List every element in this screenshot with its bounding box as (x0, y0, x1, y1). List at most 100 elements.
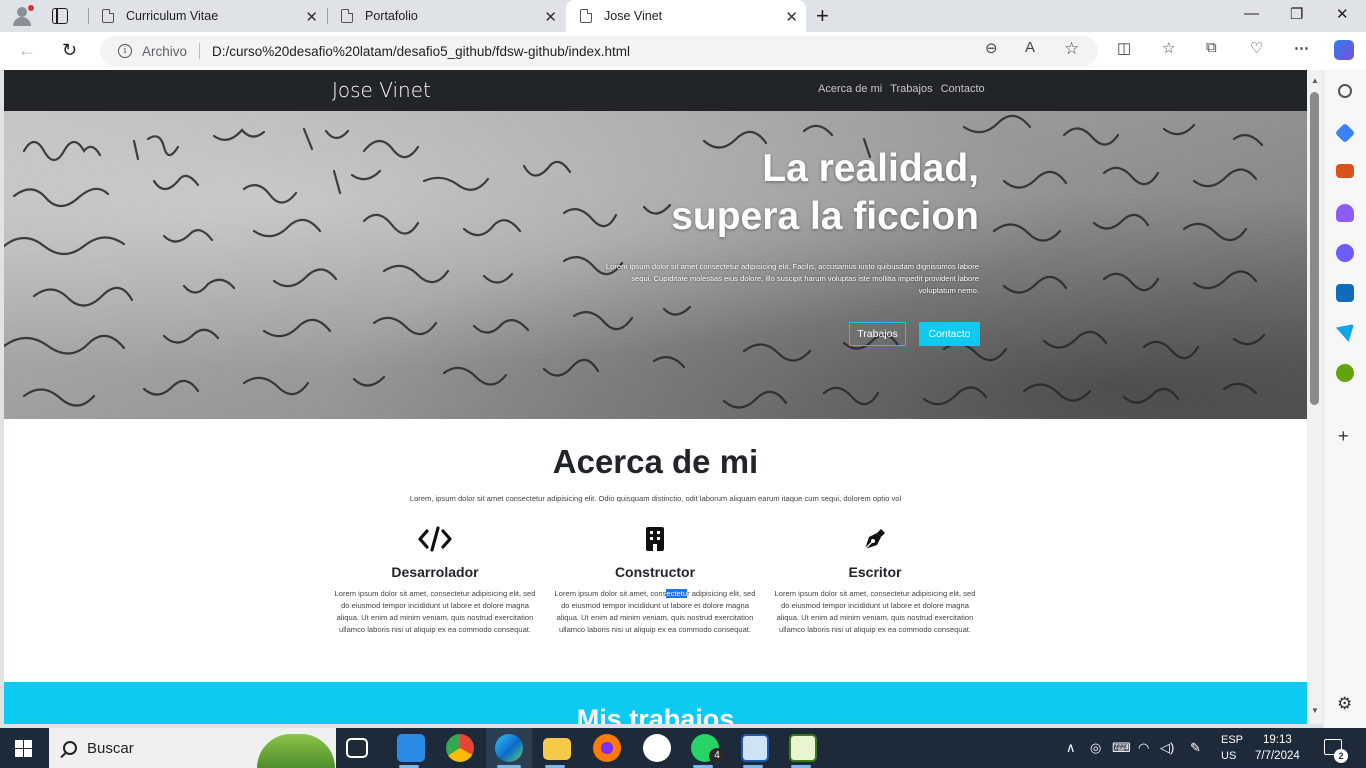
edge-icon[interactable] (495, 734, 523, 762)
sidebar-settings-icon[interactable]: ⚙ (1337, 694, 1352, 714)
feature-text: Lorem ipsum dolor sit amet, consectetur … (554, 589, 756, 634)
favorites-icon[interactable]: ☆ (1162, 39, 1175, 57)
close-tab-icon[interactable]: ✕ (305, 8, 318, 26)
contacto-button[interactable]: Contacto (919, 322, 980, 346)
task-view-icon[interactable] (346, 738, 368, 758)
about-intro: Lorem, ipsum dolor sit amet consectetur … (409, 494, 902, 503)
new-tab-icon[interactable]: + (816, 3, 829, 29)
taskbar-search[interactable]: Buscar (49, 728, 336, 768)
protocol-label: Archivo (142, 43, 188, 59)
feature-escritor: Escritor Lorem ipsum dolor sit amet, con… (770, 524, 980, 636)
taskbar-search-label: Buscar (87, 739, 134, 757)
language-indicator[interactable]: ESP US (1221, 732, 1243, 764)
feature-constructor: Constructor Lorem ipsum dolor sit amet, … (550, 524, 760, 636)
page-viewport: Jose Vinet Acerca de mi Trabajos Contact… (4, 70, 1307, 724)
volume-icon[interactable]: ◁) (1160, 740, 1174, 756)
hero-lead-text: Lorem ipsum dolor sit amet consectetur a… (605, 262, 979, 295)
works-title: Mis trabajos (576, 704, 735, 724)
copilot-icon[interactable] (1334, 40, 1354, 60)
favorite-star-icon[interactable]: ☆ (1064, 39, 1079, 59)
about-section: Acerca de mi Lorem, ipsum dolor sit amet… (4, 419, 1307, 682)
back-icon[interactable]: ← (18, 40, 36, 61)
site-brand[interactable]: Jose Vinet (332, 78, 431, 102)
browser-essentials-icon[interactable]: ♡ (1250, 39, 1263, 57)
nav-link-acerca[interactable]: Acerca de mi (818, 83, 882, 95)
read-aloud-icon[interactable]: A (1025, 39, 1035, 56)
feature-title: Escritor (848, 564, 902, 580)
restore-icon[interactable]: ❐ (1290, 5, 1303, 23)
browser-toolbar: ← ↻ i Archivo D:/curso%20desafio%20latam… (0, 32, 1366, 70)
works-section: Mis trabajos (4, 682, 1307, 724)
tree-icon[interactable] (1336, 364, 1354, 382)
clock[interactable]: 19:13 7/7/2024 (1255, 732, 1300, 764)
trabajos-button[interactable]: Trabajos (849, 322, 906, 346)
close-tab-icon[interactable]: ✕ (785, 8, 798, 26)
firefox-icon[interactable] (593, 734, 621, 762)
tab-portafolio[interactable]: Portafolio ✕ (327, 0, 565, 32)
divider (199, 43, 201, 59)
hero-section: La realidad, supera la ficcion Lorem ips… (4, 111, 1307, 419)
chrome-icon[interactable] (446, 734, 474, 762)
url-text[interactable]: D:/curso%20desafio%20latam/desafio5_gith… (212, 44, 630, 59)
copilot-app-icon[interactable] (1336, 244, 1354, 262)
outlook-icon[interactable] (1336, 284, 1354, 302)
reload-icon[interactable]: ↻ (62, 40, 77, 61)
windows-taskbar: Buscar 4 ∧ ◎ ⌨ ◠ ◁) ✎ ESP US 19:13 7/7/2… (0, 728, 1366, 768)
tab-curriculum[interactable]: Curriculum Vitae ✕ (88, 0, 326, 32)
feature-title: Desarrolador (391, 564, 479, 580)
tab-jose-vinet[interactable]: Jose Vinet ✕ (566, 0, 806, 32)
hero-title: La realidad, supera la ficcion (671, 145, 979, 241)
address-bar[interactable]: i Archivo D:/curso%20desafio%20latam/des… (100, 36, 1098, 66)
feature-title: Constructor (614, 564, 696, 580)
camera-icon[interactable]: ◎ (1090, 740, 1101, 756)
page-icon (102, 9, 114, 23)
chart-app-icon[interactable] (789, 734, 817, 762)
scrollbar-thumb[interactable] (1310, 92, 1319, 405)
add-sidebar-icon[interactable]: + (1338, 426, 1349, 447)
tray-overflow-icon[interactable]: ∧ (1066, 740, 1076, 756)
vscode-icon[interactable] (397, 734, 425, 762)
collections-icon[interactable]: ⧉ (1206, 39, 1217, 56)
send-icon[interactable] (1336, 324, 1354, 342)
hero-title-line1: La realidad, (762, 147, 979, 190)
close-window-icon[interactable]: ✕ (1336, 5, 1349, 23)
code-icon (330, 524, 540, 554)
site-navbar: Jose Vinet Acerca de mi Trabajos Contact… (4, 70, 1307, 111)
nav-link-trabajos[interactable]: Trabajos (890, 83, 932, 95)
site-info-icon[interactable]: i (118, 44, 132, 58)
whatsapp-badge: 4 (709, 748, 725, 764)
more-menu-icon[interactable]: ⋯ (1294, 39, 1309, 57)
search-highlight-image (257, 734, 335, 768)
tab-title: Jose Vinet (604, 9, 663, 23)
pen-icon[interactable]: ✎ (1190, 740, 1201, 756)
profile-avatar-icon[interactable] (10, 5, 34, 27)
split-screen-icon[interactable]: ◫ (1117, 39, 1131, 57)
notifications-badge: 2 (1334, 749, 1348, 763)
tools-icon[interactable] (1336, 164, 1354, 178)
windows-start-icon[interactable] (15, 740, 32, 757)
tab-actions-icon[interactable] (52, 8, 68, 24)
nav-link-contacto[interactable]: Contacto (941, 83, 985, 95)
feature-text: Lorem ipsum dolor sit amet, consectetur … (334, 589, 536, 634)
games-icon[interactable] (1336, 204, 1354, 222)
hero-title-line2: supera la ficcion (671, 195, 979, 238)
building-icon (550, 524, 760, 554)
minimize-icon[interactable]: — (1244, 5, 1259, 22)
input-indicator-icon[interactable]: ⌨ (1112, 740, 1131, 756)
zoom-out-icon[interactable]: ⊖ (985, 39, 998, 57)
search-icon[interactable] (1338, 84, 1352, 98)
wifi-icon[interactable]: ◠ (1138, 740, 1149, 756)
edge-sidebar: + ⚙ (1323, 70, 1366, 728)
scroll-up-icon[interactable]: ▲ (1311, 76, 1319, 85)
scroll-down-icon[interactable]: ▼ (1311, 706, 1319, 715)
shopping-tag-icon[interactable] (1334, 122, 1356, 144)
page-icon (341, 9, 353, 23)
paint-icon[interactable] (741, 734, 769, 762)
tab-title: Curriculum Vitae (126, 9, 219, 23)
feature-text: Lorem ipsum dolor sit amet, consectetur … (774, 589, 976, 634)
file-explorer-icon[interactable] (543, 738, 571, 760)
slack-icon[interactable] (643, 734, 671, 762)
close-tab-icon[interactable]: ✕ (544, 8, 557, 26)
feature-desarrollador: Desarrolador Lorem ipsum dolor sit amet,… (330, 524, 540, 636)
page-scrollbar[interactable]: ▲ ▼ (1307, 70, 1323, 724)
